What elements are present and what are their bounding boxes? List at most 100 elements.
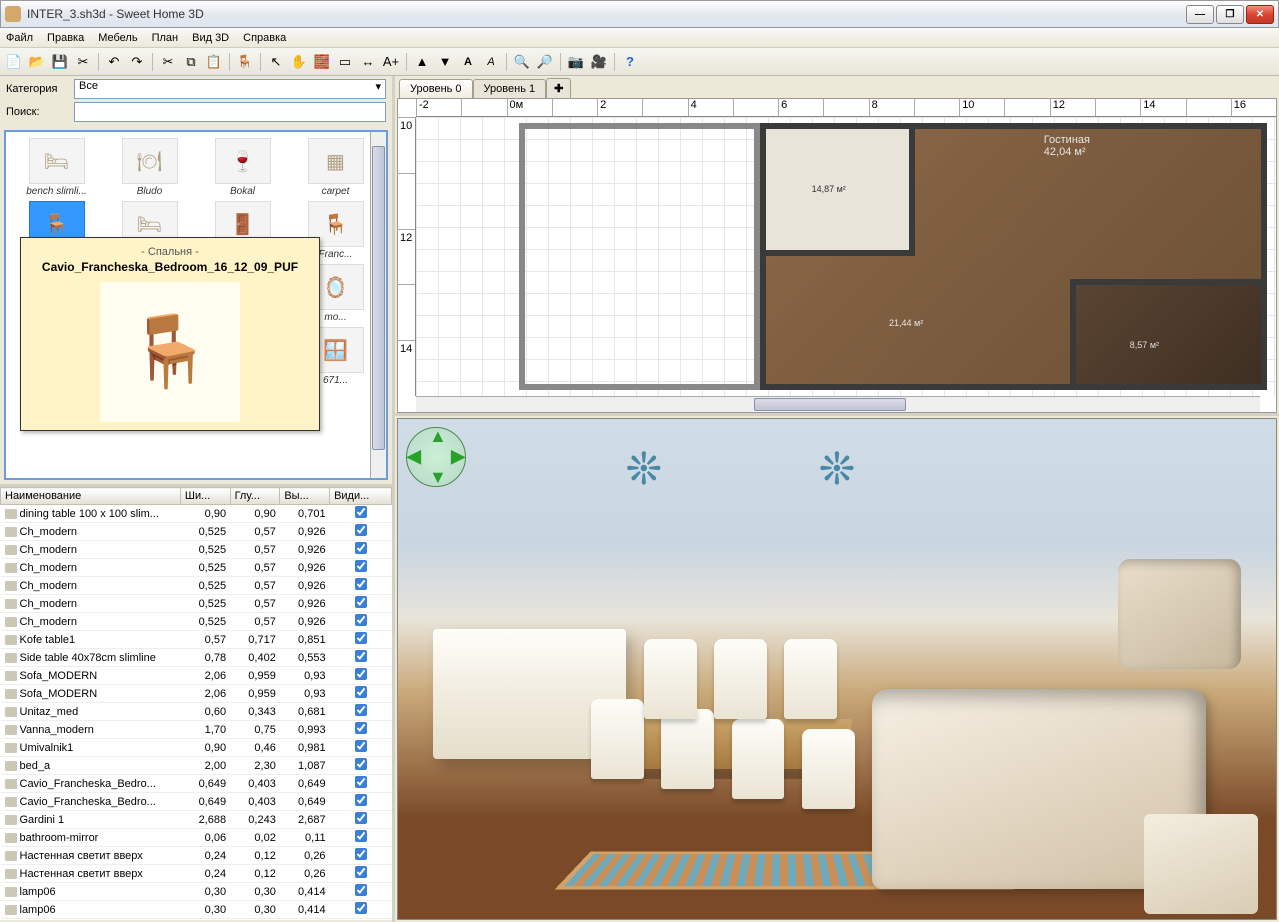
cut-icon[interactable]: ✂ bbox=[158, 52, 178, 72]
prefs-icon[interactable]: ✂ bbox=[73, 52, 93, 72]
table-row[interactable]: Vanna_modern1,700,750,993 bbox=[1, 721, 392, 739]
plan-body[interactable]: Гостиная42,04 м² 14,87 м² 21,44 м² 8,57 … bbox=[416, 117, 1276, 396]
visible-checkbox[interactable] bbox=[355, 758, 367, 770]
3d-nav-compass[interactable]: ▲ ▼ ◀ ▶ bbox=[406, 427, 466, 487]
dimension-icon[interactable]: ↔ bbox=[358, 52, 378, 72]
column-header[interactable]: Ши... bbox=[180, 488, 230, 505]
menu-3dview[interactable]: Вид 3D bbox=[192, 32, 229, 44]
visible-checkbox[interactable] bbox=[355, 740, 367, 752]
table-row[interactable]: Ch_modern0,5250,570,926 bbox=[1, 577, 392, 595]
minimize-button[interactable]: — bbox=[1186, 5, 1214, 24]
open-icon[interactable]: 📂 bbox=[27, 52, 47, 72]
zoom-in-icon[interactable]: 🔍 bbox=[512, 52, 532, 72]
table-row[interactable]: Sofa_MODERN2,060,9590,93 bbox=[1, 667, 392, 685]
tab-add-level[interactable]: ✚ bbox=[546, 78, 571, 98]
column-header[interactable]: Наименование bbox=[1, 488, 181, 505]
nav-left-icon[interactable]: ◀ bbox=[407, 446, 421, 467]
visible-checkbox[interactable] bbox=[355, 722, 367, 734]
column-header[interactable]: Глу... bbox=[230, 488, 280, 505]
save-icon[interactable]: 💾 bbox=[50, 52, 70, 72]
visible-checkbox[interactable] bbox=[355, 830, 367, 842]
table-row[interactable]: Ch_modern0,5250,570,926 bbox=[1, 541, 392, 559]
add-furniture-icon[interactable]: 🪑 bbox=[235, 52, 255, 72]
table-row[interactable]: Umivalnik10,900,460,981 bbox=[1, 739, 392, 757]
visible-checkbox[interactable] bbox=[355, 776, 367, 788]
3d-view[interactable]: ❊ ❊ ▲ ▼ ◀ ▶ bbox=[397, 418, 1277, 920]
paste-icon[interactable]: 📋 bbox=[204, 52, 224, 72]
undo-icon[interactable]: ↶ bbox=[104, 52, 124, 72]
catalog-scrollbar[interactable] bbox=[370, 132, 386, 478]
wall-icon[interactable]: 🧱 bbox=[312, 52, 332, 72]
search-input[interactable] bbox=[74, 102, 386, 122]
pan-icon[interactable]: ✋ bbox=[289, 52, 309, 72]
table-row[interactable]: Cavio_Francheska_Bedro...0,6490,4030,649 bbox=[1, 775, 392, 793]
table-row[interactable]: lamp060,300,300,414 bbox=[1, 901, 392, 919]
italic-icon[interactable]: ▼ bbox=[435, 52, 455, 72]
visible-checkbox[interactable] bbox=[355, 902, 367, 914]
table-row[interactable]: bed_a2,002,301,087 bbox=[1, 757, 392, 775]
nav-right-icon[interactable]: ▶ bbox=[451, 446, 465, 467]
font-icon2[interactable]: A bbox=[481, 52, 501, 72]
zoom-out-icon[interactable]: 🔎 bbox=[535, 52, 555, 72]
table-row[interactable]: Ch_modern0,5250,570,926 bbox=[1, 559, 392, 577]
maximize-button[interactable]: ❐ bbox=[1216, 5, 1244, 24]
column-header[interactable]: Вы... bbox=[280, 488, 330, 505]
category-select[interactable]: Все ▾ bbox=[74, 79, 386, 99]
menu-plan[interactable]: План bbox=[152, 32, 179, 44]
table-row[interactable]: Gardini 12,6880,2432,687 bbox=[1, 811, 392, 829]
visible-checkbox[interactable] bbox=[355, 866, 367, 878]
tab-level-1[interactable]: Уровень 1 bbox=[473, 79, 547, 98]
select-icon[interactable]: ↖ bbox=[266, 52, 286, 72]
catalog-item[interactable]: 🍷Bokal bbox=[198, 138, 287, 197]
table-row[interactable]: Ch_modern0,5250,570,926 bbox=[1, 613, 392, 631]
table-row[interactable]: Ch_modern0,5250,570,926 bbox=[1, 523, 392, 541]
table-row[interactable]: Unitaz_med0,600,3430,681 bbox=[1, 703, 392, 721]
visible-checkbox[interactable] bbox=[355, 596, 367, 608]
bold-icon[interactable]: ▲ bbox=[412, 52, 432, 72]
visible-checkbox[interactable] bbox=[355, 704, 367, 716]
table-row[interactable]: Kofe table10,570,7170,851 bbox=[1, 631, 392, 649]
visible-checkbox[interactable] bbox=[355, 812, 367, 824]
visible-checkbox[interactable] bbox=[355, 614, 367, 626]
table-row[interactable]: Ch_modern0,5250,570,926 bbox=[1, 595, 392, 613]
table-row[interactable]: Side table 40x78cm slimline0,780,4020,55… bbox=[1, 649, 392, 667]
visible-checkbox[interactable] bbox=[355, 668, 367, 680]
visible-checkbox[interactable] bbox=[355, 632, 367, 644]
catalog-item[interactable]: 🛏bench slimli... bbox=[12, 138, 101, 197]
menu-edit[interactable]: Правка bbox=[47, 32, 84, 44]
table-row[interactable]: dining table 100 x 100 slim...0,900,900,… bbox=[1, 505, 392, 523]
visible-checkbox[interactable] bbox=[355, 524, 367, 536]
table-row[interactable]: Cavio_Francheska_Bedro...0,6490,4030,649 bbox=[1, 793, 392, 811]
room-icon[interactable]: ▭ bbox=[335, 52, 355, 72]
visible-checkbox[interactable] bbox=[355, 578, 367, 590]
new-icon[interactable]: 📄 bbox=[4, 52, 24, 72]
plan-scrollbar-h[interactable] bbox=[416, 396, 1260, 412]
table-row[interactable]: Sofa_MODERN2,060,9590,93 bbox=[1, 685, 392, 703]
video-icon[interactable]: 🎥 bbox=[589, 52, 609, 72]
visible-checkbox[interactable] bbox=[355, 848, 367, 860]
table-row[interactable]: bathroom-mirror0,060,020,11 bbox=[1, 829, 392, 847]
redo-icon[interactable]: ↷ bbox=[127, 52, 147, 72]
furniture-list[interactable]: НаименованиеШи...Глу...Вы...Види... dini… bbox=[0, 484, 392, 920]
plan-canvas[interactable]: -20м246810121416 101214 Гостиная42,04 м²… bbox=[397, 98, 1277, 413]
menu-file[interactable]: Файл bbox=[6, 32, 33, 44]
visible-checkbox[interactable] bbox=[355, 560, 367, 572]
font-icon[interactable]: A bbox=[458, 52, 478, 72]
visible-checkbox[interactable] bbox=[355, 650, 367, 662]
help-icon[interactable]: ? bbox=[620, 52, 640, 72]
visible-checkbox[interactable] bbox=[355, 884, 367, 896]
visible-checkbox[interactable] bbox=[355, 506, 367, 518]
tab-level-0[interactable]: Уровень 0 bbox=[399, 79, 473, 98]
menu-furniture[interactable]: Мебель bbox=[98, 32, 137, 44]
visible-checkbox[interactable] bbox=[355, 794, 367, 806]
column-header[interactable]: Види... bbox=[330, 488, 392, 505]
visible-checkbox[interactable] bbox=[355, 686, 367, 698]
photo-icon[interactable]: 📷 bbox=[566, 52, 586, 72]
menu-help[interactable]: Справка bbox=[243, 32, 286, 44]
close-button[interactable]: ✕ bbox=[1246, 5, 1274, 24]
text-icon[interactable]: A+ bbox=[381, 52, 401, 72]
table-row[interactable]: lamp060,300,300,414 bbox=[1, 883, 392, 901]
nav-down-icon[interactable]: ▼ bbox=[429, 467, 447, 488]
table-row[interactable]: Настенная светит вверх0,240,120,26 bbox=[1, 865, 392, 883]
catalog-item[interactable]: 🍽Bludo bbox=[105, 138, 194, 197]
